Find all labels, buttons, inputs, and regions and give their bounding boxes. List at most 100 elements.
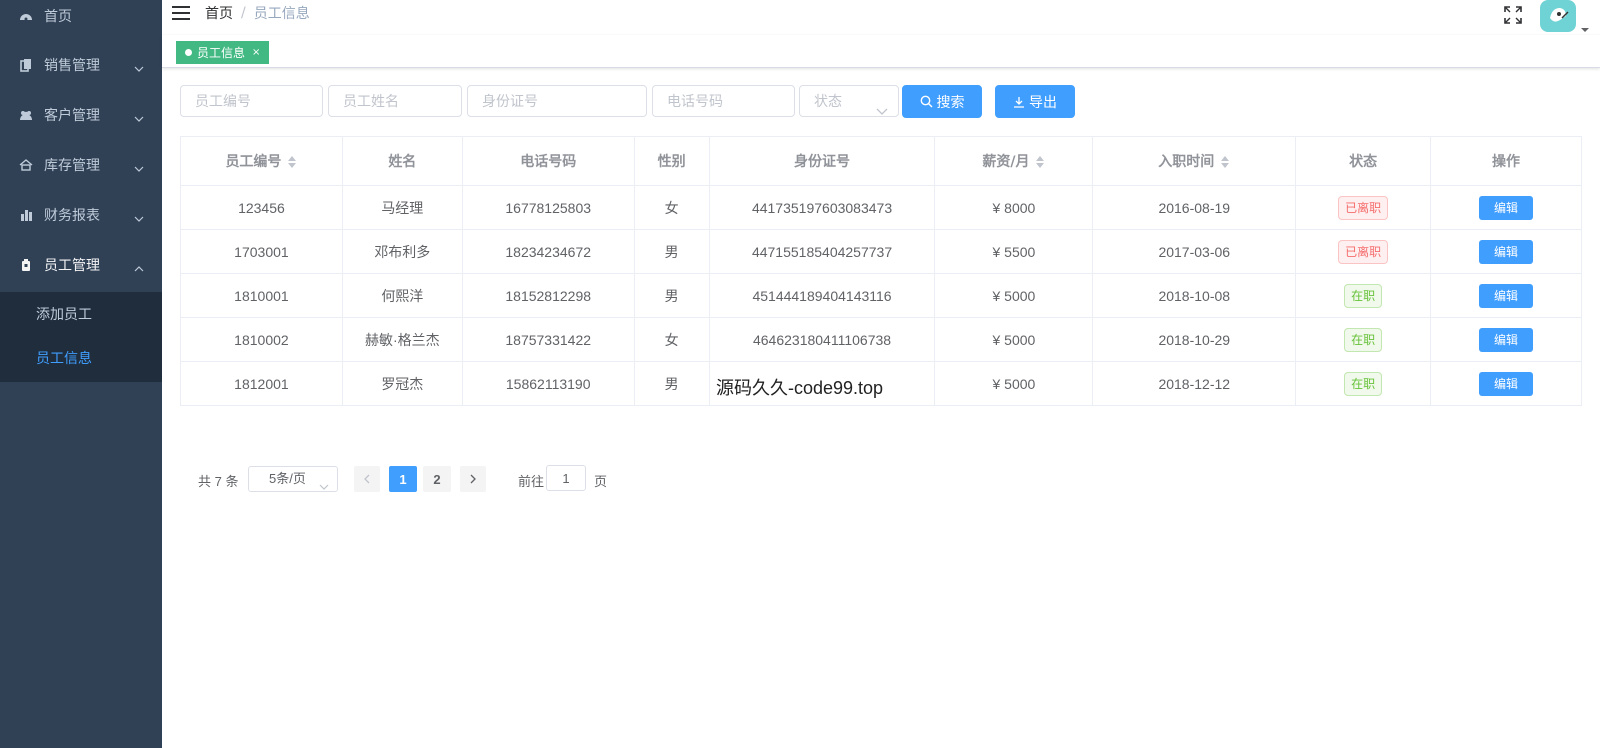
cell-name: 罗冠杰 — [342, 361, 463, 406]
page-size-select[interactable]: 5条/页 — [248, 466, 338, 492]
people-icon — [18, 107, 34, 123]
cell-name: 何熙洋 — [342, 273, 463, 318]
page-button[interactable]: 2 — [423, 466, 451, 492]
page-button[interactable]: 1 — [389, 466, 417, 492]
cell-id-card: 464623180411106738 — [709, 317, 936, 362]
status-badge: 已离职 — [1338, 239, 1389, 264]
cell-salary: ¥ 5000 — [934, 317, 1094, 362]
next-page-button[interactable] — [460, 466, 486, 492]
cell-phone: 18152812298 — [462, 273, 635, 318]
column-header-label: 薪资/月 — [982, 154, 1030, 170]
edit-button[interactable]: 编辑 — [1479, 239, 1534, 264]
breadcrumb-separator: / — [241, 4, 246, 21]
sidebar-item-customers[interactable]: 客户管理 — [0, 90, 162, 140]
goto-label: 前往 — [518, 474, 545, 489]
status-badge: 在职 — [1344, 371, 1383, 396]
cell-name: 邓布利多 — [342, 229, 463, 274]
sort-icon[interactable] — [1220, 155, 1230, 169]
cell-gender: 男 — [634, 229, 710, 274]
cell-status: 已离职 — [1295, 229, 1432, 274]
tab-label: 员工信息 — [197, 46, 246, 60]
cell-phone: 16778125803 — [462, 185, 635, 230]
cell-gender: 男 — [634, 361, 710, 406]
table-row: 1810002 赫敏·格兰杰 18757331422 女 46462318041… — [180, 317, 1582, 362]
breadcrumb-current: 员工信息 — [253, 5, 310, 22]
sidebar-item-label: 员工管理 — [44, 258, 100, 274]
chevron-down-icon — [134, 210, 144, 226]
cell-hire-date: 2018-10-29 — [1092, 317, 1297, 362]
table-row: 1810001 何熙洋 18152812298 男 45144418940414… — [180, 273, 1582, 318]
caret-down-icon[interactable] — [1580, 20, 1590, 32]
column-header-hire-date[interactable]: 入职时间 — [1092, 136, 1297, 186]
chevron-up-icon — [134, 260, 144, 276]
navbar: 首页 / 员工信息 — [162, 0, 1600, 35]
cell-id-card: 441735197603083473 — [709, 185, 936, 230]
sidebar-item-finance[interactable]: 财务报表 — [0, 190, 162, 240]
employee-no-input[interactable] — [180, 85, 323, 117]
cell-employee-no: 1810002 — [180, 317, 343, 362]
sidebar-item-employee-info[interactable]: 员工信息 — [0, 336, 162, 380]
search-button-label: 搜索 — [936, 94, 965, 111]
dashboard-icon — [18, 8, 34, 24]
cell-action: 编辑 — [1430, 229, 1582, 274]
cell-hire-date: 2018-12-12 — [1092, 361, 1297, 406]
search-button[interactable]: 搜索 — [902, 85, 982, 118]
edit-button[interactable]: 编辑 — [1479, 371, 1534, 396]
page-word: 页 — [594, 474, 608, 489]
export-button[interactable]: 导出 — [995, 85, 1075, 118]
goto-page-input[interactable] — [546, 465, 586, 491]
table-row: 1703001 邓布利多 18234234672 男 4471551854042… — [180, 229, 1582, 274]
cell-phone: 18757331422 — [462, 317, 635, 362]
close-icon[interactable]: × — [252, 47, 260, 58]
id-card-input[interactable] — [467, 85, 647, 117]
sidebar-item-label: 客户管理 — [44, 108, 100, 124]
edit-button[interactable]: 编辑 — [1479, 195, 1534, 220]
chevron-down-icon — [319, 475, 329, 499]
column-header-name: 姓名 — [342, 136, 463, 186]
sidebar-item-employees[interactable]: 员工管理 — [0, 240, 162, 290]
breadcrumb-home[interactable]: 首页 — [205, 3, 233, 23]
page-size-value: 5条/页 — [269, 471, 306, 486]
phone-input[interactable] — [652, 85, 795, 117]
export-button-label: 导出 — [1029, 94, 1057, 111]
chevron-down-icon — [134, 160, 144, 176]
sidebar-item-label: 库存管理 — [44, 158, 100, 174]
fullscreen-icon[interactable] — [1504, 6, 1524, 26]
cell-salary: ¥ 5500 — [934, 229, 1094, 274]
chevron-left-icon — [363, 472, 371, 487]
avatar[interactable] — [1540, 0, 1576, 32]
chevron-down-icon — [134, 60, 144, 76]
status-select[interactable]: 状态 — [799, 85, 899, 117]
sidebar-item-add-employee[interactable]: 添加员工 — [0, 292, 162, 336]
edit-button[interactable]: 编辑 — [1479, 327, 1534, 352]
sort-icon[interactable] — [287, 155, 297, 169]
column-header-label: 姓名 — [388, 154, 417, 170]
sort-icon[interactable] — [1035, 155, 1045, 169]
edit-button[interactable]: 编辑 — [1479, 283, 1534, 308]
sidebar: 首页 销售管理 客户管理 库存管理 财务报表 员工管理 添加员工 员工信息 — [0, 0, 162, 748]
cell-name: 赫敏·格兰杰 — [342, 317, 463, 362]
cell-action: 编辑 — [1430, 273, 1582, 318]
cell-hire-date: 2017-03-06 — [1092, 229, 1297, 274]
hamburger-icon[interactable] — [171, 3, 191, 23]
sidebar-item-label: 财务报表 — [44, 208, 100, 224]
cell-employee-no: 123456 — [180, 185, 343, 230]
sidebar-item-inventory[interactable]: 库存管理 — [0, 140, 162, 190]
pagination-total: 共 7 条 — [198, 474, 239, 489]
sidebar-item-label: 添加员工 — [36, 307, 92, 323]
column-header-employee-no[interactable]: 员工编号 — [180, 136, 343, 186]
cell-phone: 18234234672 — [462, 229, 635, 274]
column-header-status: 状态 — [1295, 136, 1432, 186]
status-badge: 在职 — [1344, 327, 1383, 352]
sidebar-item-sales[interactable]: 销售管理 — [0, 40, 162, 90]
cell-employee-no: 1812001 — [180, 361, 343, 406]
watermark: 源码久久-code99.top — [716, 378, 884, 398]
search-icon — [920, 95, 933, 108]
cell-status: 在职 — [1295, 273, 1432, 318]
column-header-salary[interactable]: 薪资/月 — [934, 136, 1094, 186]
employee-name-input[interactable] — [328, 85, 462, 117]
tags-view: 员工信息 × — [162, 35, 1600, 68]
sidebar-item-home[interactable]: 首页 — [0, 0, 162, 32]
prev-page-button[interactable] — [354, 466, 380, 492]
tab-employee-info[interactable]: 员工信息 × — [176, 41, 270, 64]
